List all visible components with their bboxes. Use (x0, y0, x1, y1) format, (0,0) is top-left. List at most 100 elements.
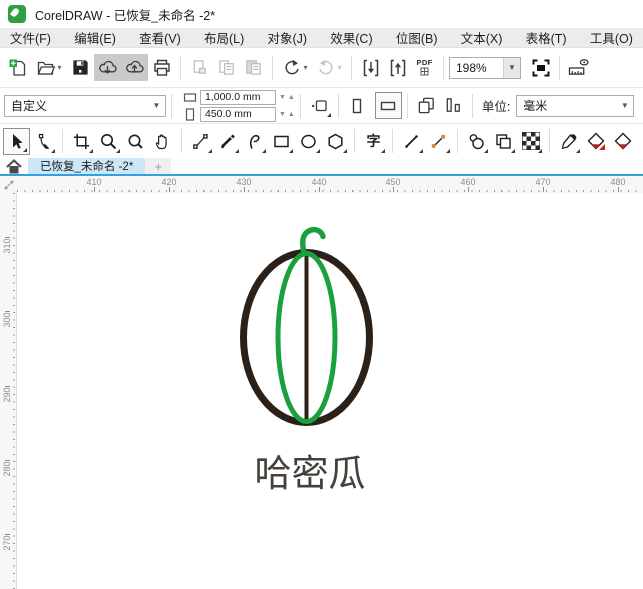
copy-button (213, 54, 240, 81)
print-button[interactable] (148, 54, 175, 81)
page-size-caret[interactable]: ▼ (148, 96, 165, 116)
rectangle-tool-button[interactable] (268, 128, 295, 155)
zoom-tool-icon (101, 133, 117, 149)
print-icon (153, 59, 170, 76)
paste-button (240, 54, 267, 81)
shadow-tool-button[interactable] (463, 128, 490, 155)
curve-pen-tool-button[interactable] (241, 128, 268, 155)
menu-tools[interactable]: 工具(O) (590, 28, 633, 47)
toolbar-separator (272, 55, 273, 80)
ellipse-tool-button[interactable] (295, 128, 322, 155)
units-select[interactable]: 毫米 ▼ (516, 94, 635, 117)
zoom-level-select[interactable]: 198% ▼ (449, 56, 521, 79)
vertical-ruler[interactable]: 310 300 290 280 270 (0, 193, 17, 589)
new-document-icon (9, 59, 25, 76)
publish-pdf-button[interactable]: PDF (411, 54, 438, 81)
cut-button (186, 54, 213, 81)
ruler-label: 470 (519, 177, 567, 192)
new-document-button[interactable] (4, 54, 31, 81)
pick-tool-button[interactable] (3, 127, 30, 155)
cloud-upload-icon (126, 60, 144, 73)
drawing-canvas[interactable]: 哈密瓜 (17, 193, 643, 589)
pan-tool-button[interactable] (149, 128, 176, 155)
contour-tool-button[interactable] (490, 128, 517, 155)
crop-tool-button[interactable] (68, 128, 95, 155)
portrait-button[interactable] (344, 92, 371, 119)
interactive-fill-tool-icon (587, 132, 605, 150)
all-pages-icon (418, 97, 434, 114)
new-tab-button[interactable]: + (145, 158, 172, 174)
menu-file[interactable]: 文件(F) (10, 28, 51, 47)
transparency-tool-button[interactable] (517, 128, 544, 155)
zoom-tool-button[interactable] (95, 128, 122, 155)
connector-tool-button[interactable] (425, 128, 452, 155)
copy-icon (219, 60, 234, 75)
open-button[interactable]: ▾ (31, 54, 67, 81)
coreldraw-logo-icon (8, 5, 26, 23)
rectangle-tool-icon (274, 135, 289, 147)
page-size-select[interactable]: 自定义 ▼ (4, 94, 166, 117)
melon-logo-drawing[interactable]: 哈密瓜 (17, 193, 643, 589)
page-size-value[interactable]: 自定义 (5, 97, 148, 114)
polygon-tool-button[interactable] (322, 128, 349, 155)
units-caret[interactable]: ▼ (616, 96, 633, 116)
smart-fill-tool-icon (614, 132, 631, 150)
smart-fill-tool-button[interactable] (609, 128, 636, 155)
welcome-home-button[interactable] (0, 158, 28, 174)
menu-table[interactable]: 表格(T) (526, 28, 567, 47)
undo-button[interactable]: ▾ (278, 54, 312, 81)
toolbar-separator (406, 93, 408, 118)
document-tab-active[interactable]: 已恢复_未命名 -2* (28, 158, 146, 174)
zoom-level-caret[interactable]: ▼ (503, 57, 520, 78)
zoom-level-value[interactable]: 198% (450, 61, 503, 75)
menu-text[interactable]: 文本(X) (461, 28, 503, 47)
page-width-input[interactable]: 1,000.0 mm (200, 89, 276, 105)
artistic-media-tool-button[interactable] (214, 128, 241, 155)
toolbar-separator (171, 93, 172, 118)
landscape-button[interactable] (374, 92, 402, 119)
menu-effects[interactable]: 效果(C) (330, 28, 372, 47)
export-button[interactable] (384, 54, 411, 81)
horizontal-ruler-ticks (17, 190, 643, 192)
nudge-offset-button[interactable] (306, 92, 333, 119)
ruler-origin-corner[interactable] (0, 176, 17, 193)
pick-tool-icon (13, 133, 23, 149)
full-screen-preview-button[interactable] (527, 54, 554, 81)
eyedropper-tool-button[interactable] (555, 128, 582, 155)
menu-edit[interactable]: 编辑(E) (74, 28, 116, 47)
page-height-spinner[interactable]: ▼ ▲ (279, 111, 295, 118)
save-button[interactable] (67, 54, 94, 81)
menu-bar: 文件(F) 编辑(E) 查看(V) 布局(L) 对象(J) 效果(C) 位图(B… (0, 28, 643, 48)
line-tool-button[interactable] (398, 128, 425, 155)
undo-dropdown-caret[interactable]: ▾ (303, 63, 307, 72)
current-page-button[interactable] (440, 92, 467, 119)
cloud-download-button[interactable] (94, 54, 121, 81)
ruler-label: 480 (594, 177, 642, 192)
menu-object[interactable]: 对象(J) (267, 28, 307, 47)
page-width-spinner[interactable]: ▼ ▲ (279, 94, 295, 101)
menu-view[interactable]: 查看(V) (139, 28, 181, 47)
show-rulers-button[interactable] (565, 54, 592, 81)
zoom-out-tool-button[interactable] (122, 128, 149, 155)
current-page-icon (446, 98, 460, 112)
open-dropdown-caret[interactable]: ▾ (57, 63, 61, 72)
text-tool-button[interactable]: 字 (360, 128, 387, 155)
pdf-grid-icon (420, 67, 429, 76)
units-value[interactable]: 毫米 (517, 97, 616, 114)
page-height-input[interactable]: 450.0 mm (200, 106, 276, 122)
all-pages-button[interactable] (413, 92, 440, 119)
landscape-icon (381, 101, 396, 110)
menu-bitmaps[interactable]: 位图(B) (396, 28, 438, 47)
standard-toolbar: ▾ ▾ ▾ PDF 198% ▼ (0, 48, 643, 88)
logo-text: 哈密瓜 (255, 453, 366, 494)
artistic-media-tool-icon (221, 134, 235, 148)
menu-layout[interactable]: 布局(L) (204, 28, 244, 47)
toolbox-separator (354, 129, 355, 153)
contour-tool-icon (496, 133, 511, 149)
cloud-upload-button[interactable] (121, 54, 148, 81)
shape-tool-button[interactable] (30, 128, 57, 155)
interactive-fill-tool-button[interactable] (582, 128, 609, 155)
import-button[interactable] (357, 54, 384, 81)
horizontal-ruler[interactable]: 410 420 430 440 450 460 470 480 (17, 176, 643, 193)
freehand-tool-button[interactable] (187, 128, 214, 155)
